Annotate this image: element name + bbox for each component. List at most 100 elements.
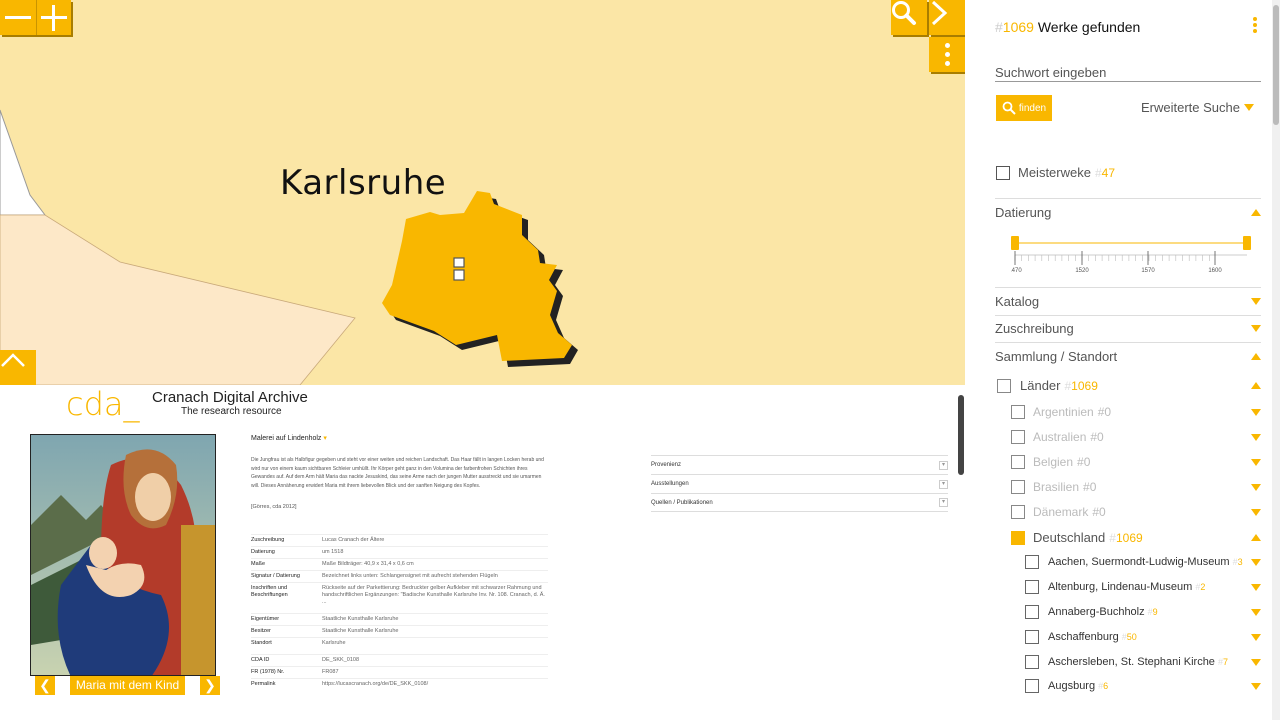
city-checkbox[interactable] — [1025, 630, 1039, 644]
city-checkbox[interactable] — [1025, 655, 1039, 669]
city-item[interactable]: Aschersleben, St. Stephani Kirche #7 — [1025, 655, 1228, 669]
masterpieces-checkbox[interactable] — [996, 165, 1010, 180]
chevron-down-icon[interactable] — [1251, 459, 1261, 466]
artwork-image[interactable] — [30, 434, 216, 676]
detail-row: Signatur / Datierung Bezeichnet links unt… — [251, 570, 548, 582]
accordion-item[interactable]: Provenienz ▾ — [651, 455, 948, 474]
slider-track: 1470 1520 1570 1600 — [1008, 236, 1251, 274]
chevron-down-icon: ▾ — [939, 498, 948, 507]
city-checkbox[interactable] — [1025, 555, 1039, 569]
collapse-panel-button[interactable] — [0, 350, 36, 385]
cda-logo[interactable]: cda_ — [66, 385, 140, 423]
scrollbar-thumb[interactable] — [1273, 5, 1279, 125]
tick-label: 1520 — [1075, 268, 1089, 274]
detail-value: https://lucascranach.org/de/DE_SKK_0108/ — [322, 681, 429, 687]
accordion-label: Ausstellungen — [651, 481, 689, 487]
city-item[interactable]: Annaberg-Buchholz #9 — [1025, 605, 1158, 619]
prev-artwork-button[interactable]: ❮ — [35, 676, 55, 695]
country-checkbox[interactable] — [1011, 455, 1025, 469]
divider — [995, 315, 1261, 316]
chevron-down-icon[interactable] — [1251, 683, 1261, 690]
more-options-button[interactable] — [929, 37, 965, 72]
country-checkbox[interactable] — [1011, 505, 1025, 519]
chevron-down-icon[interactable] — [1251, 609, 1261, 616]
country-item[interactable]: Argentinien #0 — [1011, 405, 1111, 419]
detail-value: Staatliche Kunsthalle Karlsruhe — [322, 616, 399, 622]
country-item[interactable]: Dänemark #0 — [1011, 505, 1106, 519]
next-artwork-button[interactable]: ❯ — [200, 676, 220, 695]
country-item[interactable]: Brasilien #0 — [1011, 480, 1096, 494]
advanced-search-toggle[interactable]: Erweiterte Suche — [1141, 100, 1254, 115]
chevron-down-icon[interactable] — [1251, 634, 1261, 641]
chevron-up-icon[interactable] — [1251, 382, 1261, 389]
plus-icon — [41, 4, 67, 31]
cda-title: Cranach Digital Archive — [152, 389, 308, 406]
section-zuschreibung[interactable]: Zuschreibung — [995, 321, 1261, 336]
chevron-right-icon: ❯ — [204, 677, 216, 693]
sidebar-menu-icon[interactable] — [1252, 17, 1258, 33]
zoom-out-button[interactable] — [0, 0, 36, 35]
detail-key: Eigentümer — [251, 616, 280, 622]
detail-key: Signatur / Datierung — [251, 573, 300, 579]
detail-key: Permalink — [251, 681, 276, 687]
detail-value: Staatliche Kunsthalle Karlsruhe — [322, 628, 399, 634]
detail-key: CDA ID — [251, 657, 270, 663]
chevron-up-icon[interactable] — [1251, 534, 1261, 541]
city-label: Karlsruhe — [280, 163, 447, 203]
detail-value: Lucas Cranach der Ältere — [322, 537, 385, 543]
section-datierung[interactable]: Datierung — [995, 205, 1261, 220]
city-checkbox[interactable] — [1025, 679, 1039, 693]
next-button[interactable] — [929, 0, 965, 35]
country-deutschland[interactable]: Deutschland #1069 — [1011, 530, 1143, 545]
tick-label: 1600 — [1208, 268, 1222, 274]
chevron-down-icon[interactable] — [1251, 659, 1261, 666]
dating-range-slider[interactable]: 1470 1520 1570 1600 — [1008, 234, 1251, 274]
detail-row: Besitzer Staatliche Kunsthalle Karlsruhe — [251, 625, 548, 637]
sidebar-scrollbar[interactable] — [1272, 0, 1280, 720]
countries-filter[interactable]: Länder #1069 — [997, 378, 1098, 393]
chevron-up-icon — [1251, 209, 1261, 216]
scrollbar-thumb[interactable] — [958, 395, 964, 475]
chevron-down-icon[interactable] — [1251, 484, 1261, 491]
section-katalog[interactable]: Katalog — [995, 294, 1261, 309]
find-button[interactable]: finden — [996, 95, 1052, 121]
detail-value: Rückseite auf der Parkettierung: Bedruck… — [322, 585, 545, 605]
range-end-handle — [1243, 236, 1251, 250]
search-input[interactable] — [995, 64, 1261, 82]
chevron-down-icon[interactable] — [1251, 559, 1261, 566]
countries-checkbox[interactable] — [997, 378, 1011, 393]
city-item[interactable]: Altenburg, Lindenau-Museum #2 — [1025, 580, 1205, 594]
panel-scrollbar[interactable] — [957, 385, 965, 720]
map-view[interactable]: Karlsruhe — [0, 0, 965, 385]
zoom-in-button[interactable] — [36, 0, 71, 35]
city-item[interactable]: Aschaffenburg #50 — [1025, 630, 1137, 644]
country-checkbox[interactable] — [1011, 480, 1025, 494]
accordion-item[interactable]: Ausstellungen ▾ — [651, 474, 948, 493]
detail-key: Zuschreibung — [251, 537, 285, 543]
detail-row: Zuschreibung Lucas Cranach der Ältere — [251, 534, 548, 546]
city-checkbox[interactable] — [1025, 580, 1039, 594]
search-map-button[interactable] — [891, 0, 927, 35]
masterpieces-filter[interactable]: Meisterweke #47 — [996, 165, 1115, 180]
chevron-down-icon[interactable] — [1251, 434, 1261, 441]
chevron-down-icon[interactable] — [1251, 409, 1261, 416]
country-checkbox[interactable] — [1011, 430, 1025, 444]
chevron-down-icon — [1251, 325, 1261, 332]
chevron-down-icon[interactable] — [1251, 509, 1261, 516]
city-item[interactable]: Aachen, Suermondt-Ludwig-Museum #3 — [1025, 555, 1243, 569]
country-checkbox[interactable] — [1011, 405, 1025, 419]
country-item[interactable]: Australien #0 — [1011, 430, 1104, 444]
artwork-description: Die Jungfrau ist als Halbfigur gegeben u… — [251, 457, 544, 489]
chevron-down-icon[interactable] — [1251, 584, 1261, 591]
country-item[interactable]: Belgien #0 — [1011, 455, 1090, 469]
chevron-left-icon: ❮ — [39, 677, 51, 693]
chevron-up-icon — [1251, 353, 1261, 360]
deutschland-checkbox[interactable] — [1011, 530, 1025, 545]
city-item[interactable]: Augsburg #6 — [1025, 679, 1108, 693]
accordion-item[interactable]: Quellen / Publikationen ▾ — [651, 493, 948, 512]
artwork-caption-bar: ❮ Maria mit dem Kind ❯ — [35, 676, 220, 695]
karlsruhe-region — [382, 191, 572, 361]
section-sammlung[interactable]: Sammlung / Standort — [995, 349, 1261, 364]
city-checkbox[interactable] — [1025, 605, 1039, 619]
technique-label[interactable]: Malerei auf Lindenholz ▾ — [251, 434, 327, 442]
